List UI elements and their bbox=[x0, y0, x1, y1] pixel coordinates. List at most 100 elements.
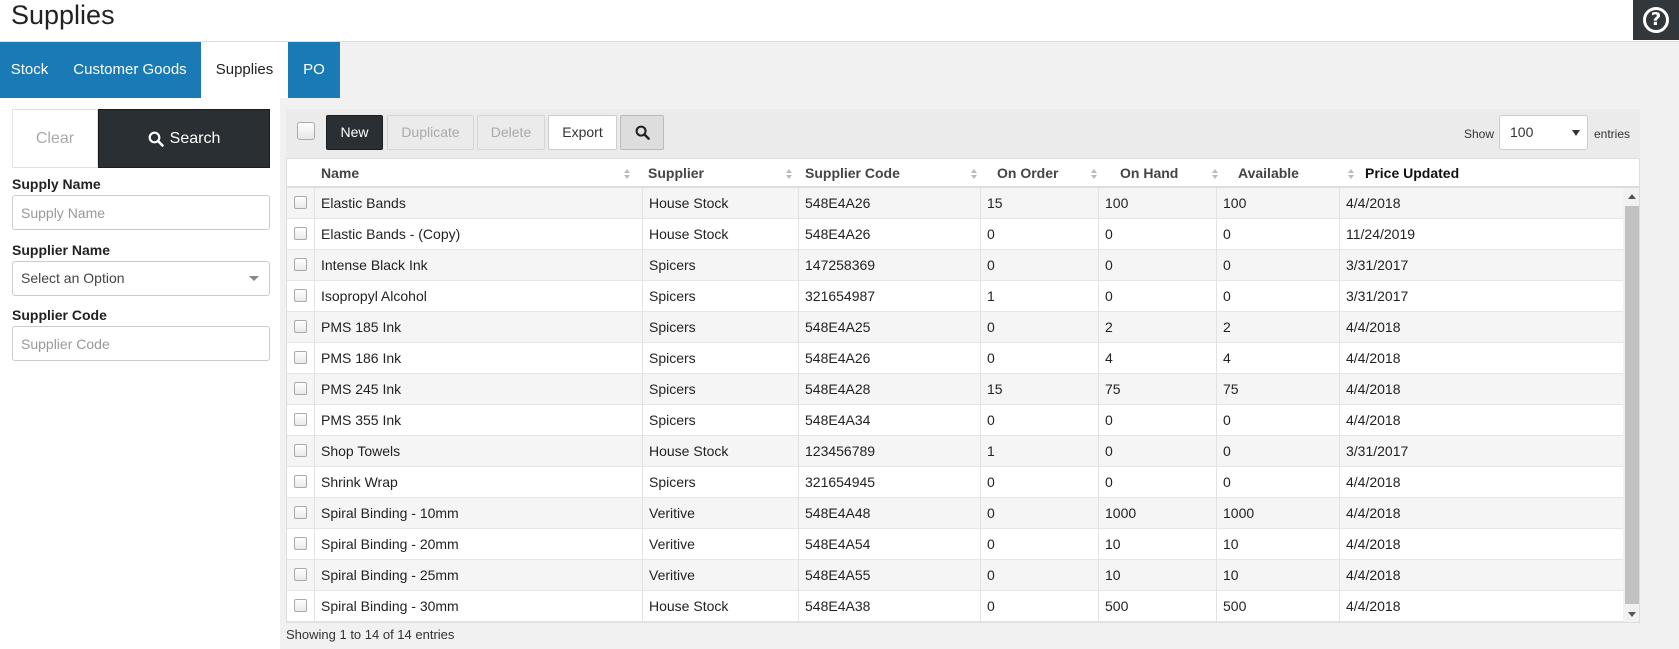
column-header-supplier[interactable]: Supplier bbox=[640, 159, 796, 188]
tab-stock[interactable]: Stock bbox=[0, 42, 59, 98]
row-checkbox-cell[interactable] bbox=[287, 312, 314, 343]
row-checkbox[interactable] bbox=[294, 475, 307, 488]
supply-name-input[interactable] bbox=[12, 195, 270, 230]
tab-customer-goods[interactable]: Customer Goods bbox=[59, 42, 201, 98]
tab-po[interactable]: PO bbox=[288, 42, 340, 98]
supplier-code-input[interactable] bbox=[12, 326, 270, 361]
supplier-name-label: Supplier Name bbox=[12, 242, 111, 258]
cell-available: 1000 bbox=[1216, 498, 1339, 529]
row-checkbox[interactable] bbox=[294, 196, 307, 209]
cell-on-hand: 0 bbox=[1098, 436, 1216, 467]
cell-on-order: 0 bbox=[980, 343, 1098, 374]
row-checkbox[interactable] bbox=[294, 599, 307, 612]
chevron-down-icon bbox=[249, 276, 259, 281]
row-checkbox-cell[interactable] bbox=[287, 219, 314, 250]
duplicate-button[interactable]: Duplicate bbox=[387, 115, 474, 150]
row-checkbox-cell[interactable] bbox=[287, 405, 314, 436]
select-all-checkbox[interactable] bbox=[297, 122, 315, 140]
row-checkbox-cell[interactable] bbox=[287, 591, 314, 622]
cell-price-updated: 4/4/2018 bbox=[1339, 405, 1623, 436]
row-checkbox-cell[interactable] bbox=[287, 467, 314, 498]
row-checkbox[interactable] bbox=[294, 382, 307, 395]
table-row[interactable]: Shrink Wrap Spicers 321654945 0 0 0 4/4/… bbox=[287, 467, 1623, 498]
column-header-available[interactable]: Available bbox=[1230, 159, 1354, 188]
cell-name: PMS 355 Ink bbox=[314, 405, 642, 436]
column-header-name[interactable]: Name bbox=[313, 159, 640, 188]
table-row[interactable]: Intense Black Ink Spicers 147258369 0 0 … bbox=[287, 250, 1623, 281]
row-checkbox[interactable] bbox=[294, 444, 307, 457]
table-row[interactable]: Isopropyl Alcohol Spicers 321654987 1 0 … bbox=[287, 281, 1623, 312]
row-checkbox[interactable] bbox=[294, 568, 307, 581]
new-button[interactable]: New bbox=[326, 115, 383, 150]
row-checkbox[interactable] bbox=[294, 351, 307, 364]
clear-button[interactable]: Clear bbox=[12, 109, 98, 168]
row-checkbox-cell[interactable] bbox=[287, 436, 314, 467]
row-checkbox[interactable] bbox=[294, 258, 307, 271]
scroll-up-icon[interactable] bbox=[1628, 194, 1636, 199]
grid-search-button[interactable] bbox=[620, 115, 664, 150]
row-checkbox-cell[interactable] bbox=[287, 560, 314, 591]
help-icon: ? bbox=[1643, 7, 1669, 33]
cell-price-updated: 4/4/2018 bbox=[1339, 374, 1623, 405]
cell-supplier-code: 548E4A38 bbox=[798, 591, 980, 622]
row-checkbox-cell[interactable] bbox=[287, 188, 314, 219]
supplies-table: Name Supplier Supplier Code On Order On … bbox=[286, 159, 1640, 623]
column-header-supplier-code[interactable]: Supplier Code bbox=[797, 159, 979, 188]
row-checkbox-cell[interactable] bbox=[287, 250, 314, 281]
cell-name: Spiral Binding - 25mm bbox=[314, 560, 642, 591]
delete-button[interactable]: Delete bbox=[477, 115, 545, 150]
cell-available: 500 bbox=[1216, 591, 1339, 622]
column-header-price-updated[interactable]: Price Updated bbox=[1357, 159, 1517, 188]
vertical-scrollbar[interactable] bbox=[1623, 188, 1639, 622]
tab-supplies[interactable]: Supplies bbox=[201, 42, 288, 98]
table-row[interactable]: PMS 185 Ink Spicers 548E4A25 0 2 2 4/4/2… bbox=[287, 312, 1623, 343]
row-checkbox-cell[interactable] bbox=[287, 498, 314, 529]
cell-on-order: 0 bbox=[980, 591, 1098, 622]
help-button[interactable]: ? bbox=[1633, 0, 1679, 40]
table-row[interactable]: PMS 186 Ink Spicers 548E4A26 0 4 4 4/4/2… bbox=[287, 343, 1623, 374]
cell-supplier: Veritive bbox=[642, 529, 798, 560]
row-checkbox[interactable] bbox=[294, 413, 307, 426]
table-row[interactable]: Spiral Binding - 20mm Veritive 548E4A54 … bbox=[287, 529, 1623, 560]
column-header-on-order[interactable]: On Order bbox=[989, 159, 1097, 188]
row-checkbox[interactable] bbox=[294, 537, 307, 550]
cell-on-hand: 0 bbox=[1098, 467, 1216, 498]
cell-available: 0 bbox=[1216, 405, 1339, 436]
row-checkbox[interactable] bbox=[294, 506, 307, 519]
row-checkbox[interactable] bbox=[294, 227, 307, 240]
page-size-select[interactable]: 100 bbox=[1499, 115, 1588, 150]
row-checkbox-cell[interactable] bbox=[287, 281, 314, 312]
supplier-name-select[interactable]: Select an Option bbox=[12, 261, 270, 296]
cell-on-hand: 500 bbox=[1098, 591, 1216, 622]
cell-available: 0 bbox=[1216, 467, 1339, 498]
row-checkbox-cell[interactable] bbox=[287, 529, 314, 560]
cell-on-hand: 0 bbox=[1098, 250, 1216, 281]
table-row[interactable]: Spiral Binding - 30mm House Stock 548E4A… bbox=[287, 591, 1623, 622]
row-checkbox[interactable] bbox=[294, 289, 307, 302]
cell-price-updated: 4/4/2018 bbox=[1339, 312, 1623, 343]
scrollbar-thumb[interactable] bbox=[1625, 206, 1639, 604]
cell-on-order: 0 bbox=[980, 312, 1098, 343]
table-row[interactable]: Shop Towels House Stock 123456789 1 0 0 … bbox=[287, 436, 1623, 467]
cell-name: Spiral Binding - 20mm bbox=[314, 529, 642, 560]
supplier-code-label: Supplier Code bbox=[12, 307, 107, 323]
row-checkbox-cell[interactable] bbox=[287, 374, 314, 405]
export-button[interactable]: Export bbox=[548, 115, 617, 150]
cell-available: 10 bbox=[1216, 529, 1339, 560]
column-header-label: On Order bbox=[997, 165, 1059, 181]
row-checkbox[interactable] bbox=[294, 320, 307, 333]
table-row[interactable]: Elastic Bands - (Copy) House Stock 548E4… bbox=[287, 219, 1623, 250]
table-row[interactable]: Elastic Bands House Stock 548E4A26 15 10… bbox=[287, 188, 1623, 219]
table-row[interactable]: PMS 245 Ink Spicers 548E4A28 15 75 75 4/… bbox=[287, 374, 1623, 405]
scroll-down-icon[interactable] bbox=[1628, 612, 1636, 617]
table-row[interactable]: PMS 355 Ink Spicers 548E4A34 0 0 0 4/4/2… bbox=[287, 405, 1623, 436]
table-row[interactable]: Spiral Binding - 25mm Veritive 548E4A55 … bbox=[287, 560, 1623, 591]
cell-supplier: Spicers bbox=[642, 467, 798, 498]
table-row[interactable]: Spiral Binding - 10mm Veritive 548E4A48 … bbox=[287, 498, 1623, 529]
cell-price-updated: 4/4/2018 bbox=[1339, 498, 1623, 529]
cell-price-updated: 4/4/2018 bbox=[1339, 560, 1623, 591]
row-checkbox-cell[interactable] bbox=[287, 343, 314, 374]
search-button[interactable]: Search bbox=[98, 109, 270, 168]
cell-on-order: 1 bbox=[980, 281, 1098, 312]
column-header-on-hand[interactable]: On Hand bbox=[1112, 159, 1218, 188]
